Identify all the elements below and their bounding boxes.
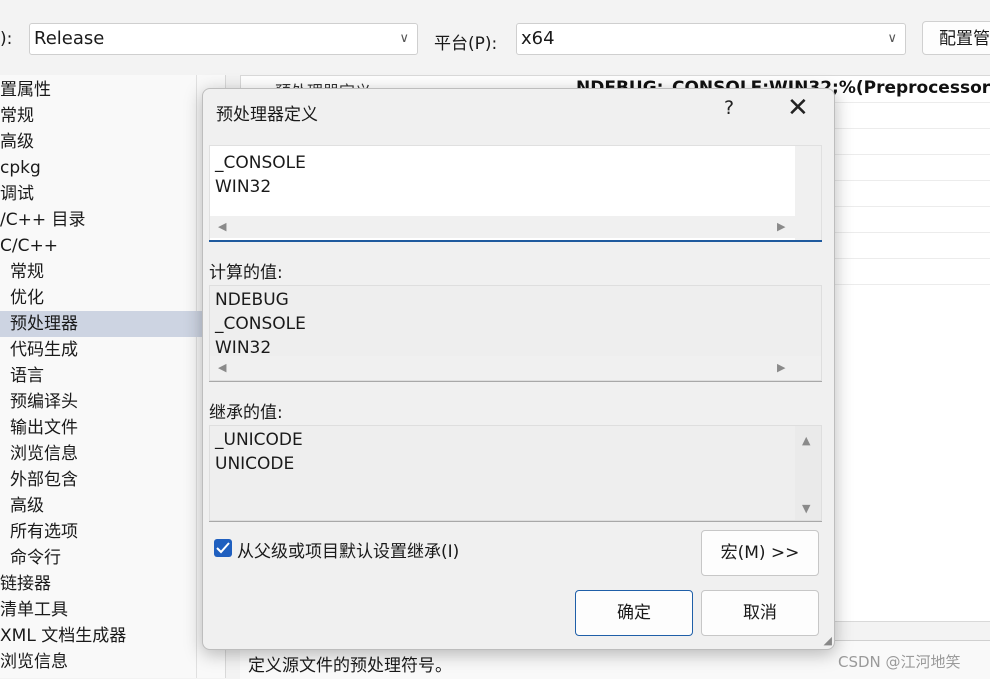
- horizontal-scrollbar[interactable]: ◀ ▶: [210, 216, 795, 238]
- scroll-left-icon[interactable]: ◀: [218, 220, 226, 233]
- platform-label: 平台(P):: [434, 34, 498, 54]
- toolbar: ): Release ∨ 平台(P): x64 ∨ 配置管: [0, 0, 990, 80]
- tree-item[interactable]: 语言: [0, 363, 44, 389]
- help-icon[interactable]: ?: [724, 97, 734, 119]
- tree-item[interactable]: cpkg: [0, 155, 41, 181]
- chevron-down-icon: ∨: [399, 31, 409, 46]
- checkmark-icon: [216, 542, 230, 554]
- configuration-manager-button[interactable]: 配置管: [922, 21, 990, 55]
- scroll-left-icon[interactable]: ◀: [218, 361, 226, 374]
- computed-values-box: NDEBUG _CONSOLE WIN32 ◀ ▶: [209, 285, 822, 381]
- tree-item[interactable]: 所有选项: [0, 519, 78, 545]
- platform-dropdown[interactable]: x64 ∨: [516, 23, 906, 55]
- tree-item[interactable]: /C++ 目录: [0, 207, 86, 233]
- scroll-up-icon[interactable]: ▲: [802, 434, 810, 447]
- edit-line: WIN32: [215, 177, 272, 197]
- computed-line: _CONSOLE: [215, 314, 306, 334]
- tree-item[interactable]: 外部包含: [0, 467, 78, 493]
- separator: [209, 521, 822, 522]
- edit-line: _CONSOLE: [215, 153, 306, 173]
- inherited-line: _UNICODE: [215, 430, 303, 450]
- tree-divider: [196, 75, 197, 678]
- tree-item[interactable]: 常规: [0, 103, 34, 129]
- vertical-scrollbar[interactable]: ▲ ▼: [795, 426, 821, 520]
- tree-item[interactable]: 浏览信息: [0, 441, 78, 467]
- tree-item[interactable]: 高级: [0, 129, 34, 155]
- watermark: CSDN @江河地笑: [838, 653, 961, 671]
- tree-item[interactable]: 调试: [0, 181, 34, 207]
- inherited-values-label: 继承的值:: [209, 403, 283, 423]
- tree-item[interactable]: 输出文件: [0, 415, 78, 441]
- resize-grip-icon[interactable]: ◢: [824, 634, 832, 647]
- definitions-edit-box[interactable]: _CONSOLE WIN32 ◀ ▶: [209, 145, 822, 241]
- separator: [209, 381, 822, 382]
- scroll-right-icon[interactable]: ▶: [777, 220, 785, 233]
- tree-item[interactable]: 优化: [0, 285, 44, 311]
- configuration-value: Release: [34, 28, 105, 49]
- inherit-checkbox[interactable]: [214, 539, 232, 557]
- horizontal-scrollbar[interactable]: ◀ ▶: [210, 356, 821, 380]
- tree-item[interactable]: 浏览信息: [0, 649, 68, 675]
- ok-button[interactable]: 确定: [575, 590, 693, 636]
- scroll-right-icon[interactable]: ▶: [777, 361, 785, 374]
- description-text: 定义源文件的预处理符号。: [248, 656, 452, 676]
- edit-focus-underline: [209, 240, 822, 242]
- configuration-dropdown[interactable]: Release ∨: [29, 23, 418, 55]
- dialog-title: 预处理器定义: [216, 105, 318, 125]
- cancel-button[interactable]: 取消: [701, 590, 819, 636]
- tree-item[interactable]: XML 文档生成器: [0, 623, 126, 649]
- tree-item[interactable]: 命令行: [0, 545, 61, 571]
- inherited-line: UNICODE: [215, 454, 295, 474]
- inherited-values-box: _UNICODE UNICODE ▲ ▼: [209, 425, 822, 521]
- vertical-scrollbar[interactable]: [795, 146, 821, 240]
- inherit-checkbox-label[interactable]: 从父级或项目默认设置继承(I): [237, 537, 459, 562]
- computed-line: NDEBUG: [215, 290, 289, 310]
- tree-item[interactable]: 置属性: [0, 77, 51, 103]
- computed-values-label: 计算的值:: [209, 263, 283, 283]
- close-icon[interactable]: ✕: [787, 93, 809, 123]
- tree-item[interactable]: 清单工具: [0, 597, 68, 623]
- chevron-down-icon: ∨: [887, 31, 897, 46]
- platform-value: x64: [521, 28, 555, 49]
- tree-item[interactable]: 预处理器: [0, 311, 207, 337]
- configuration-label: ):: [0, 29, 13, 49]
- scroll-down-icon[interactable]: ▼: [802, 502, 810, 515]
- tree-item[interactable]: 预编译头: [0, 389, 78, 415]
- tree-item[interactable]: 常规: [0, 259, 44, 285]
- tree-item[interactable]: 链接器: [0, 571, 51, 597]
- tree-item[interactable]: C/C++: [0, 233, 58, 259]
- property-tree: 置属性 常规 高级 cpkg 调试/C++ 目录 C/C++ 常规 优化 预处理器 代码生成 语言预…: [0, 75, 226, 678]
- preprocessor-definitions-dialog: 预处理器定义 ? ✕ _CONSOLE WIN32 ◀ ▶ 计算的值: NDEB…: [202, 88, 835, 650]
- macro-button[interactable]: 宏(M) >>: [701, 530, 819, 576]
- tree-item[interactable]: 代码生成: [0, 337, 78, 363]
- tree-item[interactable]: 高级: [0, 493, 44, 519]
